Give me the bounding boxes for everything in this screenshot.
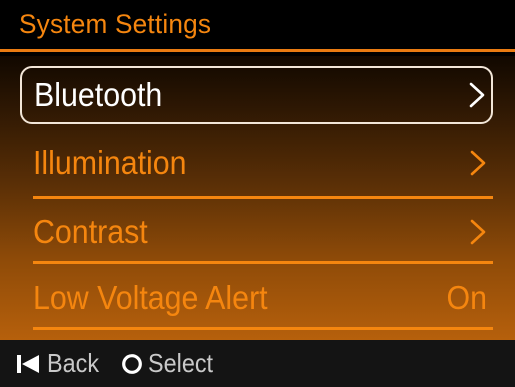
chevron-right-icon — [470, 219, 486, 245]
page-title: System Settings — [19, 9, 212, 39]
footer-bar: Back Select — [0, 340, 515, 387]
chevron-right-icon — [470, 150, 486, 176]
back-label: Back — [47, 348, 100, 378]
menu-item-contrast[interactable]: Contrast — [20, 203, 493, 261]
menu-item-label: Illumination — [33, 144, 187, 181]
chevron-right-icon — [469, 82, 485, 108]
menu-item-bluetooth[interactable]: Bluetooth — [20, 66, 493, 124]
row-divider — [33, 196, 493, 199]
menu-item-illumination[interactable]: Illumination — [20, 134, 493, 192]
back-button[interactable]: Back — [17, 340, 105, 387]
skip-back-icon — [17, 354, 39, 373]
circle-select-icon — [122, 353, 142, 374]
menu-item-label: Contrast — [33, 213, 148, 250]
header-bar: System Settings — [0, 0, 515, 52]
menu-item-value: On — [446, 279, 487, 316]
menu-item-label: Low Voltage Alert — [33, 279, 268, 316]
menu-item-low-voltage-alert[interactable]: Low Voltage Alert On — [20, 269, 493, 327]
row-divider — [33, 327, 493, 330]
select-label: Select — [148, 348, 214, 378]
settings-screen: System Settings Bluetooth Illumination C… — [0, 0, 515, 387]
menu-item-label: Bluetooth — [34, 76, 163, 113]
select-button[interactable]: Select — [121, 340, 220, 387]
settings-menu: Bluetooth Illumination Contrast Low Volt… — [0, 56, 515, 340]
row-divider — [33, 261, 493, 264]
